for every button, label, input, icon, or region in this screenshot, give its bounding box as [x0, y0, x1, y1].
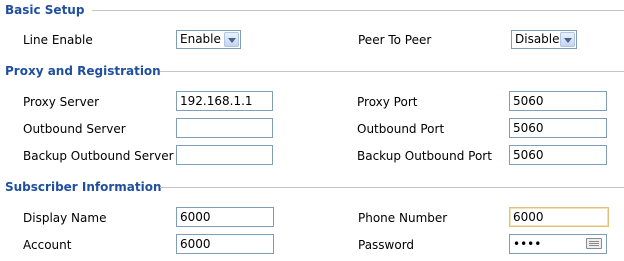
- section-title-subscriber: Subscriber Information: [5, 180, 162, 194]
- phone-number-label: Phone Number: [358, 211, 448, 225]
- section-title-proxy: Proxy and Registration: [5, 64, 161, 78]
- outbound-server-label: Outbound Server: [23, 122, 126, 136]
- section-divider: [160, 71, 624, 72]
- section-divider: [160, 187, 624, 188]
- password-label: Password: [358, 238, 415, 252]
- phone-number-input[interactable]: 6000: [509, 207, 609, 227]
- chevron-down-icon[interactable]: [224, 32, 239, 47]
- line-enable-value: Enable: [180, 32, 221, 46]
- outbound-port-label: Outbound Port: [357, 122, 445, 136]
- peer-to-peer-label: Peer To Peer: [358, 33, 432, 47]
- outbound-server-input[interactable]: [176, 118, 273, 138]
- line-enable-label: Line Enable: [23, 33, 93, 47]
- backup-outbound-server-label: Backup Outbound Server: [23, 149, 174, 163]
- account-input[interactable]: 6000: [176, 234, 274, 254]
- password-value: ••••: [513, 237, 542, 251]
- section-title-basic-setup: Basic Setup: [5, 3, 85, 17]
- line-enable-select[interactable]: Enable: [176, 30, 241, 49]
- password-input[interactable]: ••••: [509, 234, 607, 254]
- backup-outbound-server-input[interactable]: [176, 145, 273, 165]
- chevron-down-icon[interactable]: [560, 32, 575, 47]
- account-label: Account: [23, 238, 72, 252]
- peer-to-peer-select[interactable]: Disable: [511, 30, 577, 49]
- proxy-server-input[interactable]: 192.168.1.1: [176, 91, 273, 111]
- outbound-port-input[interactable]: 5060: [509, 118, 607, 138]
- section-divider: [92, 10, 624, 11]
- keyboard-icon[interactable]: [586, 238, 602, 249]
- display-name-label: Display Name: [23, 211, 107, 225]
- backup-outbound-port-input[interactable]: 5060: [509, 145, 607, 165]
- backup-outbound-port-label: Backup Outbound Port: [357, 149, 492, 163]
- proxy-port-input[interactable]: 5060: [509, 91, 607, 111]
- peer-to-peer-value: Disable: [515, 32, 560, 46]
- proxy-server-label: Proxy Server: [23, 95, 100, 109]
- display-name-input[interactable]: 6000: [176, 207, 274, 227]
- proxy-port-label: Proxy Port: [357, 95, 418, 109]
